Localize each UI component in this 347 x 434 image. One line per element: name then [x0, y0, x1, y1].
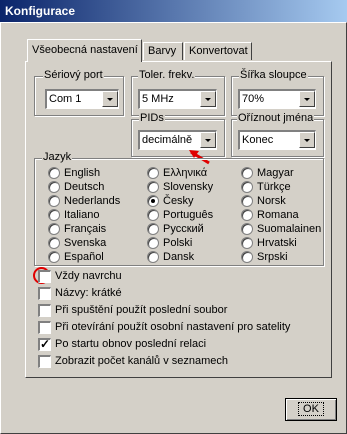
column-width-label: Šířka sloupce [239, 69, 308, 81]
radio-portugues[interactable] [147, 209, 159, 221]
radio-english[interactable] [48, 167, 60, 179]
freq-tolerance-label: Toler. frekv. [138, 69, 196, 81]
radio-romana[interactable] [241, 209, 253, 221]
radio-label: Français [64, 223, 107, 235]
radio-label: Polski [163, 237, 193, 249]
serial-port-select[interactable]: Com 1 [45, 89, 119, 109]
title-bar[interactable]: Konfigurace [0, 0, 347, 22]
name-truncate-label: Oříznout jména [237, 112, 315, 124]
radio-label: Česky [163, 195, 194, 207]
radio-label: Русский [163, 223, 204, 235]
radio-label: Romana [257, 209, 299, 221]
column-width-select[interactable]: 70% [238, 89, 316, 109]
checkbox-use-last-file[interactable] [38, 304, 51, 317]
radio-label: Türkçe [257, 181, 291, 193]
tab-label: Barvy [148, 45, 177, 57]
radio-dansk[interactable] [147, 251, 159, 263]
radio-label: Hrvatski [257, 237, 297, 249]
radio-label: English [64, 167, 101, 179]
radio-deutsch[interactable] [48, 181, 60, 193]
serial-port-label: Sériový port [43, 69, 104, 81]
radio-italiano[interactable] [48, 209, 60, 221]
radio-label: Ελληνικά [163, 167, 208, 179]
name-truncate-value: Konec [242, 134, 274, 146]
radio-espanol[interactable] [48, 251, 60, 263]
pids-value: decimálně [142, 134, 193, 146]
radio-suomalainen[interactable] [241, 223, 253, 235]
checkbox-always-on-top[interactable] [38, 270, 51, 283]
tab-label: Konvertovat [189, 45, 248, 57]
radio-slovensky[interactable] [147, 181, 159, 193]
checkbox-label: Vždy navrchu [55, 270, 122, 282]
tab-convert[interactable]: Konvertovat [184, 42, 252, 60]
chevron-down-icon[interactable] [299, 91, 315, 107]
radio-label: Slovensky [163, 181, 214, 193]
checkbox-show-channel-count[interactable] [38, 355, 51, 368]
ok-button[interactable]: OK [285, 398, 337, 421]
radio-nederlands[interactable] [48, 195, 60, 207]
serial-port-value: Com 1 [49, 93, 82, 105]
radio-label: Deutsch [64, 181, 105, 193]
checkbox-label: Při spuštění použít poslední soubor [55, 304, 228, 316]
radio-label: Dansk [163, 251, 195, 263]
radio-hrvatski[interactable] [241, 237, 253, 249]
checkbox-restore-last-session[interactable] [38, 337, 51, 351]
tab-colors[interactable]: Barvy [143, 42, 183, 60]
tab-label: Všeobecná nastavení [32, 44, 138, 56]
column-width-value: 70% [242, 93, 265, 105]
pids-select[interactable]: decimálně [138, 130, 217, 150]
freq-tolerance-select[interactable]: 5 MHz [138, 89, 217, 109]
radio-norsk[interactable] [241, 195, 253, 207]
radio-label: Srpski [257, 251, 288, 263]
radio-srpski[interactable] [241, 251, 253, 263]
freq-tolerance-value: 5 MHz [142, 93, 174, 105]
tab-general-settings[interactable]: Všeobecná nastavení [27, 39, 142, 62]
pids-label: PIDs [139, 112, 165, 124]
radio-cesky[interactable] [147, 195, 159, 207]
radio-label: Norsk [257, 195, 286, 207]
chevron-down-icon[interactable] [299, 132, 315, 148]
radio-greek[interactable] [147, 167, 159, 179]
radio-label: Magyar [257, 167, 294, 179]
radio-turkce[interactable] [241, 181, 253, 193]
checkbox-label: Názvy: krátké [55, 287, 122, 299]
name-truncate-select[interactable]: Konec [238, 130, 316, 150]
chevron-down-icon[interactable] [102, 91, 118, 107]
radio-francais[interactable] [48, 223, 60, 235]
radio-label: Italiano [64, 209, 100, 221]
checkbox-personal-satellite-settings[interactable] [38, 321, 51, 334]
radio-label: Português [163, 209, 214, 221]
radio-svenska[interactable] [48, 237, 60, 249]
radio-russian[interactable] [147, 223, 159, 235]
radio-label: Nederlands [64, 195, 121, 207]
checkbox-label: Při otevírání použít osobní nastavení pr… [55, 321, 291, 333]
radio-label: Svenska [64, 237, 107, 249]
checkbox-label: Po startu obnov poslední relaci [55, 338, 207, 350]
chevron-down-icon[interactable] [200, 91, 216, 107]
language-label: Jazyk [42, 151, 73, 163]
chevron-down-icon[interactable] [200, 132, 216, 148]
radio-label: Suomalainen [257, 223, 322, 235]
checkbox-short-names[interactable] [38, 287, 51, 300]
ok-button-label: OK [298, 402, 324, 416]
radio-magyar[interactable] [241, 167, 253, 179]
radio-polski[interactable] [147, 237, 159, 249]
checkbox-label: Zobrazit počet kanálů v seznamech [55, 355, 229, 367]
window-title: Konfigurace [5, 4, 76, 18]
radio-label: Español [64, 251, 104, 263]
